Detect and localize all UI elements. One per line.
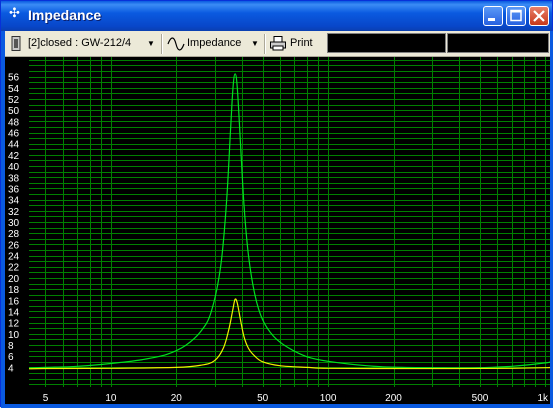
chevron-down-icon: ▼ xyxy=(251,39,259,48)
y-tick-label: 4 xyxy=(8,363,14,374)
window-title: Impedance xyxy=(28,7,102,23)
x-tick-label: 500 xyxy=(472,393,489,404)
y-tick-label: 38 xyxy=(8,173,20,184)
y-tick-label: 24 xyxy=(8,252,20,263)
x-axis-labels: 5 10 20 50 100 200 500 1k xyxy=(43,393,549,404)
source-dropdown[interactable]: [2]closed : GW-212/4 ▼ xyxy=(11,34,159,53)
y-tick-label: 14 xyxy=(8,308,20,319)
source-label: [2]closed : GW-212/4 xyxy=(28,37,132,49)
close-button[interactable] xyxy=(529,6,549,26)
x-tick-label: 20 xyxy=(171,393,183,404)
toolbar-separator xyxy=(161,34,163,54)
x-tick-label: 10 xyxy=(105,393,117,404)
x-tick-label: 100 xyxy=(320,393,337,404)
y-tick-label: 20 xyxy=(8,274,20,285)
grid xyxy=(29,57,550,387)
toolbar: [2]closed : GW-212/4 ▼ Impedance ▼ Print xyxy=(5,31,550,57)
y-tick-label: 52 xyxy=(8,95,20,106)
y-tick-label: 56 xyxy=(8,73,20,84)
plot-area[interactable]: 4 6 8 10 12 14 16 18 20 22 24 26 28 30 32 34 36 38 40 42 44 4… xyxy=(5,57,551,404)
y-tick-label: 26 xyxy=(8,240,20,251)
mode-dropdown[interactable]: Impedance ▼ xyxy=(167,34,261,53)
print-button[interactable]: Print xyxy=(270,34,324,53)
y-tick-label: 34 xyxy=(8,196,20,207)
x-tick-label: 1k xyxy=(537,393,549,404)
title-bar[interactable]: ✣ Impedance xyxy=(1,1,552,31)
y-tick-label: 6 xyxy=(8,352,14,363)
x-tick-label: 200 xyxy=(385,393,402,404)
y-axis-labels: 4681012141618202224262830323436384042444… xyxy=(8,73,20,375)
y-tick-label: 22 xyxy=(8,263,20,274)
y-tick-label: 16 xyxy=(8,296,20,307)
y-tick-label: 42 xyxy=(8,151,20,162)
chevron-down-icon: ▼ xyxy=(147,39,155,48)
y-tick-label: 44 xyxy=(8,140,20,151)
y-tick-label: 32 xyxy=(8,207,20,218)
minimize-icon xyxy=(488,18,495,21)
window-frame-bottom xyxy=(1,404,553,408)
y-tick-label: 8 xyxy=(8,341,14,352)
printer-icon xyxy=(270,36,286,51)
y-tick-label: 50 xyxy=(8,106,20,117)
wave-icon xyxy=(167,37,185,51)
y-tick-label: 12 xyxy=(8,319,20,330)
impedance-chart: 4681012141618202224262830323436384042444… xyxy=(8,57,551,404)
app-icon: ✣ xyxy=(9,6,20,21)
y-tick-label: 48 xyxy=(8,117,20,128)
y-tick-label: 10 xyxy=(8,330,20,341)
y-tick-label: 46 xyxy=(8,129,20,140)
maximize-icon xyxy=(510,9,522,22)
y-tick-label: 40 xyxy=(8,162,20,173)
y-tick-label: 18 xyxy=(8,285,20,296)
maximize-button[interactable] xyxy=(506,6,526,26)
y-tick-label: 28 xyxy=(8,229,20,240)
y-tick-label: 30 xyxy=(8,218,20,229)
y-tick-label: 54 xyxy=(8,84,20,95)
impedance-window: ✣ Impedance [2]closed : GW-212/4 ▼ Imped… xyxy=(0,0,553,408)
readout-box xyxy=(447,33,549,53)
close-icon xyxy=(533,10,545,22)
toolbar-separator xyxy=(264,34,266,54)
x-tick-label: 50 xyxy=(257,393,269,404)
x-tick-label: 5 xyxy=(43,393,49,404)
y-tick-label: 36 xyxy=(8,184,20,195)
mode-label: Impedance xyxy=(187,37,242,49)
minimize-button[interactable] xyxy=(483,6,503,26)
speaker-box-icon xyxy=(11,36,21,51)
impedance-curve-2 xyxy=(28,298,551,370)
readout-box xyxy=(327,33,446,53)
curves xyxy=(28,73,551,370)
print-label: Print xyxy=(290,37,313,49)
